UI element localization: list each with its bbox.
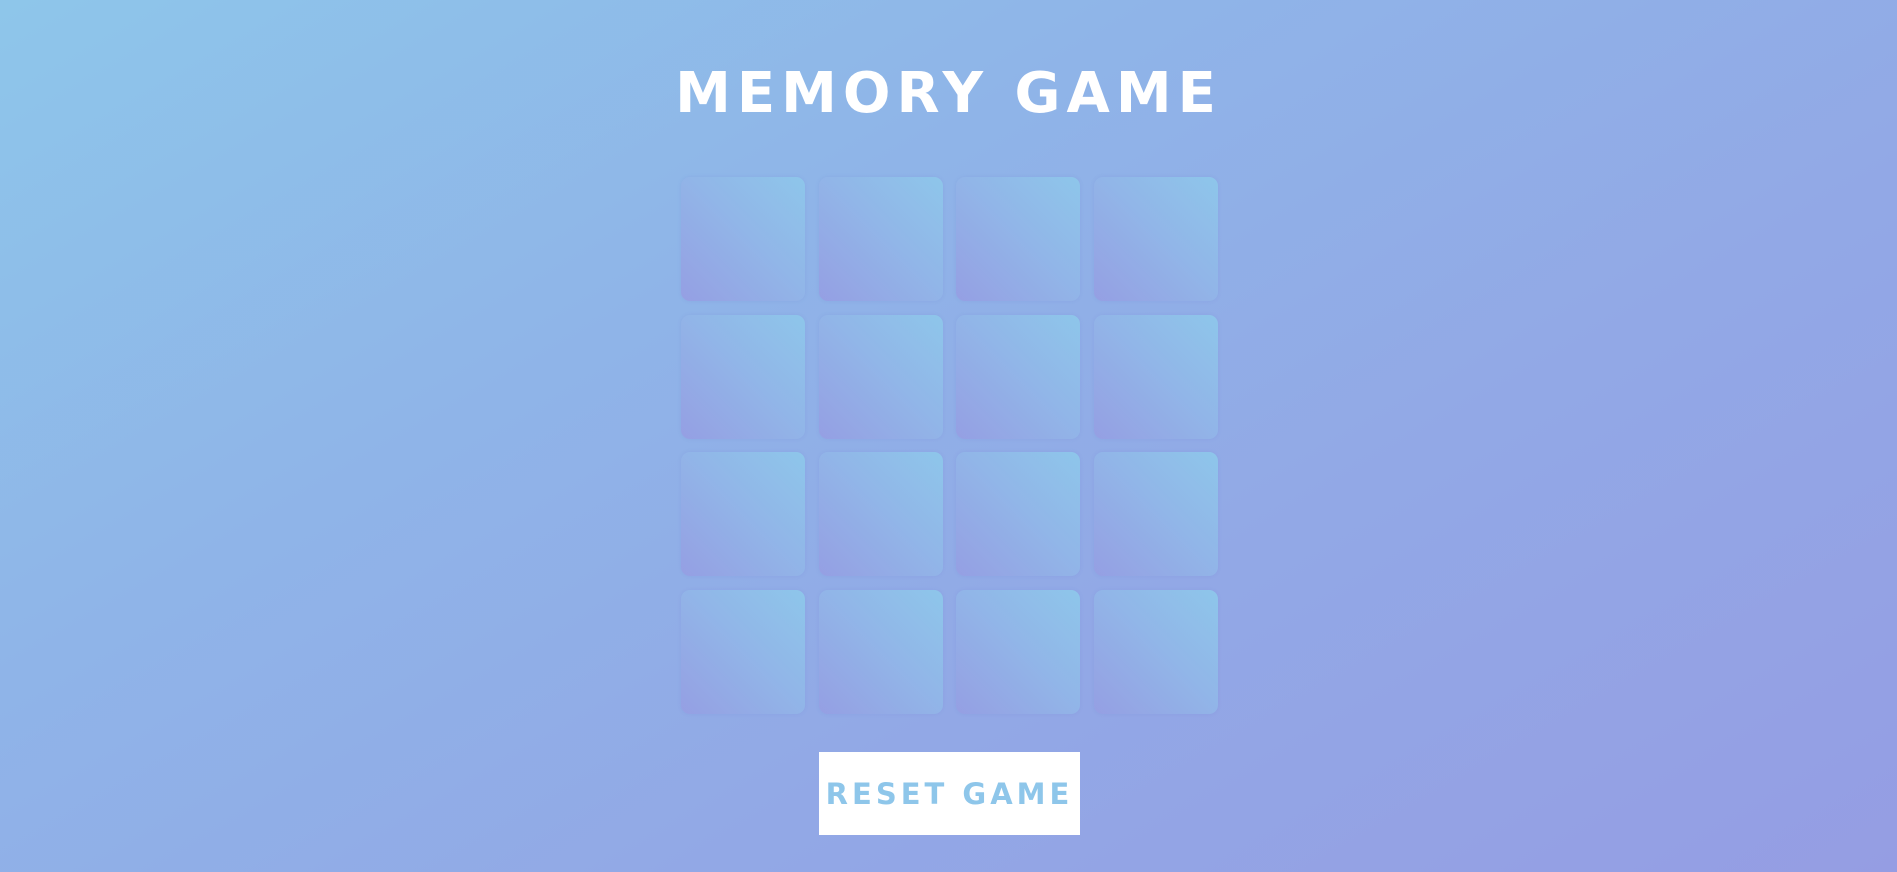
memory-card[interactable]: [956, 589, 1080, 714]
memory-card[interactable]: [1093, 589, 1218, 714]
memory-card[interactable]: [956, 177, 1080, 301]
memory-card[interactable]: [681, 589, 805, 714]
memory-card[interactable]: [956, 314, 1080, 439]
page-title: MEMORY GAME: [675, 61, 1222, 126]
memory-card[interactable]: [818, 452, 943, 576]
memory-card[interactable]: [681, 314, 805, 439]
reset-game-button[interactable]: RESET GAME: [819, 752, 1080, 835]
memory-card[interactable]: [956, 452, 1080, 576]
memory-card[interactable]: [1093, 452, 1218, 576]
memory-card[interactable]: [1093, 314, 1218, 439]
memory-card[interactable]: [818, 177, 943, 301]
memory-card[interactable]: [818, 589, 943, 714]
memory-card[interactable]: [681, 452, 805, 576]
card-grid: [681, 177, 1218, 714]
memory-card[interactable]: [1093, 177, 1218, 301]
memory-card[interactable]: [681, 177, 805, 301]
memory-card[interactable]: [818, 314, 943, 439]
